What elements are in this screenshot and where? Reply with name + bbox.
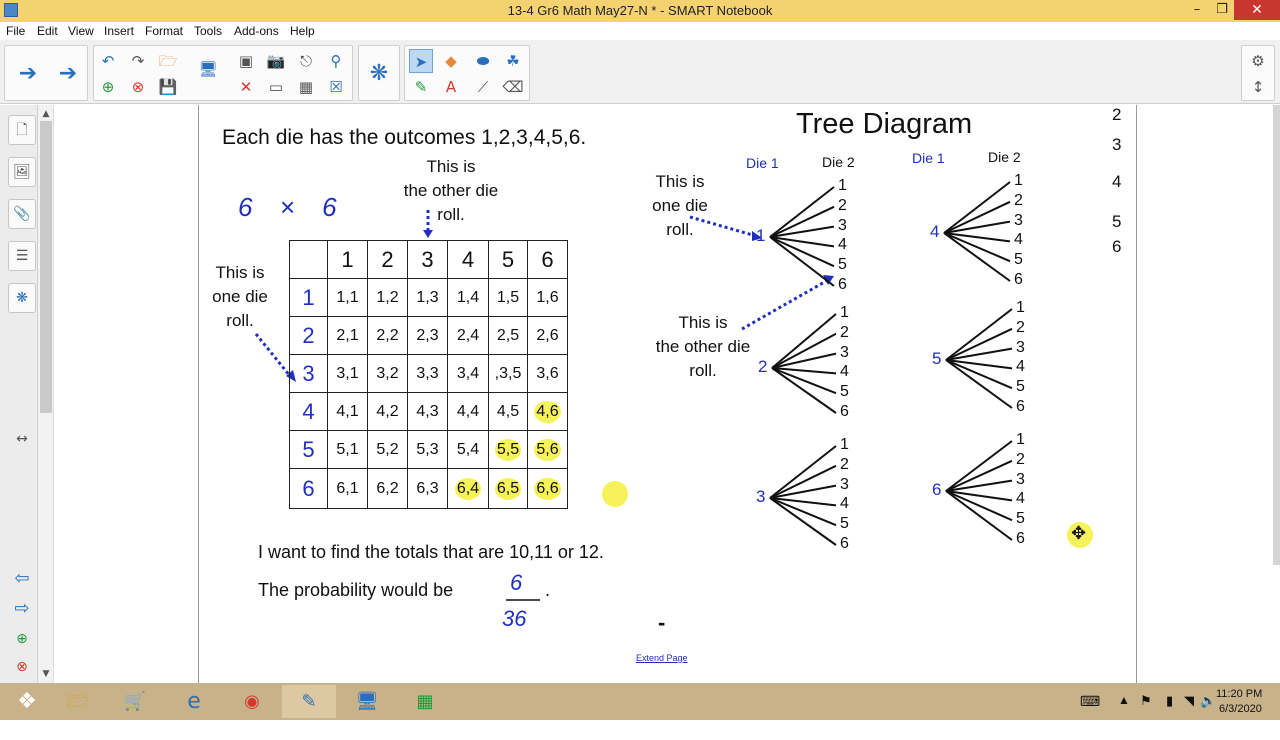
tree-leaf-label: 2 [1014,191,1023,209]
tree-leaf-label: 3 [840,475,849,493]
tree-leaf-label: 5 [1016,510,1025,528]
tree-branch [769,445,837,499]
battery-icon[interactable]: ▮ [1166,693,1173,730]
taskbar: ❖ 🗁 🛒 e ◉ ✎ 🖥 ▦ ⌨ ▲ ⚑ ▮ ◥ 🔈 11:20 PM 6/3… [0,683,1280,720]
flag-icon[interactable]: ⚑ [1140,693,1152,730]
tree-leaf-label: 2 [838,196,847,214]
tree-leaf-label: 1 [840,436,849,453]
tree-leaf-label: 2 [1016,450,1025,468]
file-explorer-icon[interactable]: 🗁 [51,685,105,718]
chrome-icon[interactable]: ◉ [225,685,279,718]
tree-leaf-label: 6 [840,535,849,552]
store-icon[interactable]: 🛒 [108,685,162,718]
tree-leaf-label: 6 [840,403,849,420]
tree-root-label: 4 [930,222,940,241]
tree-leaf-label: 3 [1016,470,1025,488]
tree-leaf-label: 4 [1014,231,1023,249]
tree-root-label: 1 [756,226,766,245]
calculator-icon[interactable]: ▦ [398,685,452,718]
keyboard-icon[interactable]: ⌨ [1080,693,1100,730]
tree-leaf-label: 1 [1016,299,1025,316]
tree-leaf-label: 4 [840,495,849,513]
tree-leaf-label: 6 [838,276,847,293]
tree-branch [769,464,837,499]
tree-leaf-label: 2 [840,323,849,341]
tree-leaf-label: 5 [840,515,849,533]
tree-root-label: 2 [758,357,768,376]
tray-chevron-icon[interactable]: ▲ [1118,693,1130,730]
tree-leaf-label: 6 [1016,398,1025,415]
tree-leaf-label: 3 [1016,338,1025,356]
tree-root-label: 3 [756,487,766,506]
tree-leaf-label: 3 [838,216,847,234]
tree-branch [769,484,837,499]
edge-number: 3 [1112,135,1122,154]
edge-number: 5 [1112,212,1122,231]
tree-leaf-label: 2 [840,455,849,473]
edge-number: 2 [1112,105,1122,124]
tree-leaf-label: 4 [838,236,847,254]
network-icon[interactable]: ◥ [1184,693,1194,730]
tree-branch [771,332,837,369]
tree-leaf-label: 1 [838,177,847,194]
tree-leaf-label: 3 [1014,211,1023,229]
tree-leaf-label: 1 [840,304,849,321]
tree-leaf-label: 6 [1014,271,1023,288]
tree-leaf-label: 5 [1016,378,1025,396]
tree-leaf-label: 3 [840,343,849,361]
tree-leaf-label: 5 [1014,251,1023,269]
tree-leaf-label: 5 [840,383,849,401]
tree-branches [769,181,1013,546]
smart-notebook-taskbar-icon[interactable]: ✎ [282,685,336,718]
tree-leaf-label: 1 [1016,431,1025,448]
start-button-icon[interactable]: ❖ [0,685,54,718]
tree-leaf-label: 4 [1016,490,1025,508]
volume-icon[interactable]: 🔈 [1200,693,1216,730]
tree-root-label: 5 [932,349,942,368]
tree-leaf-label: 6 [1016,530,1025,547]
tree-root-label: 6 [932,480,942,499]
tree-leaf-label: 4 [1016,358,1025,376]
tree-leaf-label: 1 [1014,172,1023,189]
tree-leaf-label: 4 [840,363,849,381]
edge-number: 4 [1112,172,1122,191]
tree-leaf-label: 5 [838,256,847,274]
tree-leaf-label: 2 [1016,318,1025,336]
internet-explorer-icon[interactable]: e [167,685,221,718]
tree-branch [771,367,837,414]
remote-desktop-icon[interactable]: 🖥 [340,685,394,718]
clock-date[interactable]: 6/3/2020 [1219,703,1262,740]
edge-number: 6 [1112,237,1122,256]
